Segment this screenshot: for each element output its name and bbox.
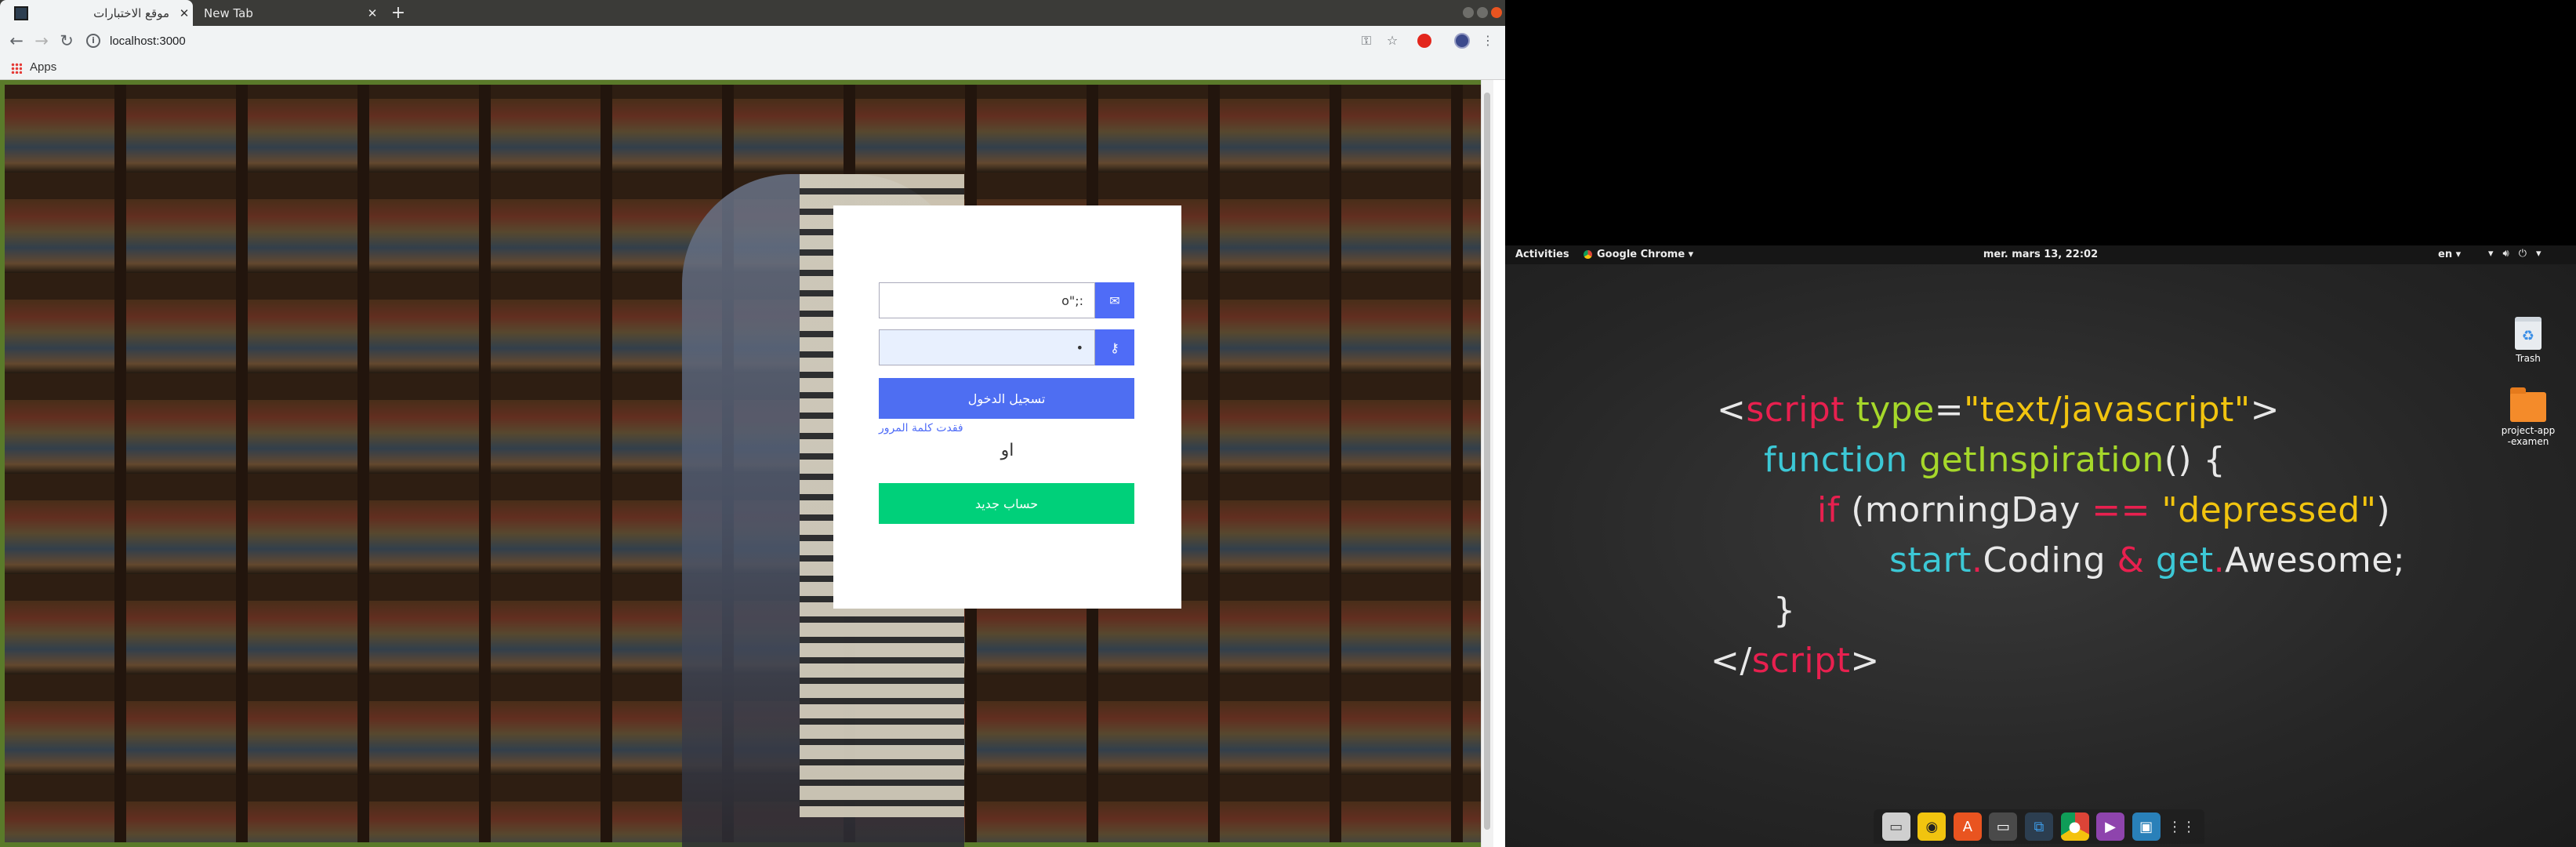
chrome-window: موقع الاختبارات ✕ New Tab ✕ + ← → ↻ i lo…	[0, 0, 1505, 847]
apps-grid-icon[interactable]	[11, 63, 22, 74]
key-icon: ⚷	[1095, 329, 1134, 365]
power-icon: ⏻	[2518, 248, 2527, 260]
minimize-button[interactable]	[1463, 7, 1474, 18]
tab-new-tab[interactable]: New Tab ✕	[194, 0, 381, 26]
trash-icon	[2515, 317, 2542, 350]
scroll-thumb[interactable]	[1484, 93, 1490, 830]
system-tray[interactable]: ▾ 🔊︎ ⏻ ▾	[2488, 248, 2542, 260]
wifi-icon: ▾	[2488, 248, 2494, 260]
code-line-5: }	[1773, 591, 1796, 631]
envelope-icon: ✉	[1095, 282, 1134, 318]
maximize-button[interactable]	[1477, 7, 1488, 18]
web-page: o";: ✉ • ⚷ تسجيل الدخول فقدت كلمة المرور…	[0, 80, 1493, 847]
video-player-icon[interactable]: ▶	[2096, 812, 2125, 841]
code-line-6: </script>	[1711, 641, 1880, 681]
or-separator: او	[1000, 441, 1014, 460]
bookmark-star-icon[interactable]: ☆	[1384, 33, 1400, 49]
browser-toolbar: ← → ↻ i localhost:3000 ⚿ ☆ ⋮	[0, 26, 1505, 56]
password-input[interactable]: •	[879, 329, 1095, 365]
desktop-icon-project-folder[interactable]: project-app-examen	[2501, 387, 2556, 447]
menu-icon[interactable]: ⋮	[1480, 33, 1496, 49]
lang-label: en	[2438, 249, 2453, 260]
close-window-button[interactable]	[1491, 7, 1502, 18]
clock[interactable]: mer. mars 13, 22:02	[1505, 249, 2576, 260]
bookmarks-bar: Apps	[0, 56, 1505, 80]
tab-title: موقع الاختبارات	[93, 5, 169, 20]
back-icon[interactable]: ←	[6, 31, 27, 51]
info-icon[interactable]: i	[86, 34, 100, 48]
apps-bookmark[interactable]: Apps	[30, 60, 56, 74]
code-line-3: if (morningDay == "depressed")	[1817, 490, 2391, 530]
new-tab-button[interactable]: +	[388, 3, 408, 24]
tab-active[interactable]: موقع الاختبارات ✕	[0, 0, 193, 26]
page-scrollbar[interactable]	[1481, 80, 1493, 847]
desktop-icon-label: project-app-examen	[2501, 425, 2556, 447]
site-favicon-icon	[14, 5, 28, 20]
forgot-password-link[interactable]: فقدت كلمة المرور	[879, 422, 963, 434]
key-icon[interactable]: ⚿	[1359, 33, 1374, 49]
login-card: o";: ✉ • ⚷ تسجيل الدخول فقدت كلمة المرور…	[833, 205, 1181, 609]
desktop-icon-trash[interactable]: Trash	[2501, 317, 2556, 364]
chrome-icon[interactable]: ●	[2060, 812, 2089, 841]
show-apps-grid-icon[interactable]: ⋮⋮	[2168, 812, 2196, 841]
rhythmbox-icon[interactable]: ◉	[1917, 812, 1947, 841]
files-icon[interactable]: ▭	[1881, 812, 1910, 841]
tab-title: New Tab	[204, 5, 253, 20]
window-controls	[1463, 7, 1502, 18]
login-button[interactable]: تسجيل الدخول	[879, 378, 1134, 419]
dock: ▭ ◉ A ▭ ⧉ ● ▶ ▣ ⋮⋮	[1874, 809, 2204, 844]
password-field-group: • ⚷	[879, 329, 1134, 365]
gnome-top-bar: Activities Google Chrome ▾ mer. mars 13,…	[1505, 245, 2576, 264]
code-line-2: function getInspiration() {	[1764, 440, 2226, 480]
vscode-icon[interactable]: ⧉	[2024, 812, 2053, 841]
folder-icon	[2510, 387, 2546, 422]
chevron-down-icon: ▾	[2536, 248, 2542, 260]
reload-icon[interactable]: ↻	[56, 31, 77, 51]
forward-icon[interactable]: →	[31, 31, 52, 51]
profile-avatar[interactable]	[1454, 33, 1470, 49]
code-wallpaper: <script type="text/javascript"> function…	[1505, 264, 2576, 847]
desktop-icon-label: Trash	[2516, 353, 2541, 364]
adblock-extension-icon[interactable]	[1417, 34, 1431, 48]
terminal-icon[interactable]: ▭	[1989, 812, 2018, 841]
email-input[interactable]: o";:	[879, 282, 1095, 318]
code-line-4: start.Coding & get.Awesome;	[1889, 540, 2406, 580]
screenshot-icon[interactable]: ▣	[2132, 812, 2161, 841]
url-text[interactable]: localhost:3000	[110, 35, 186, 48]
keyboard-layout-indicator[interactable]: en ▾	[2438, 249, 2461, 260]
software-center-icon[interactable]: A	[1953, 812, 1982, 841]
signup-button[interactable]: حساب جديد	[879, 483, 1134, 524]
close-icon[interactable]: ✕	[176, 6, 193, 20]
volume-icon: 🔊︎	[2502, 248, 2509, 260]
ubuntu-desktop: Activities Google Chrome ▾ mer. mars 13,…	[1505, 0, 2576, 847]
email-field-group: o";: ✉	[879, 282, 1134, 318]
close-icon[interactable]: ✕	[364, 6, 381, 20]
tab-strip: موقع الاختبارات ✕ New Tab ✕ +	[0, 0, 1505, 26]
code-line-1: <script type="text/javascript">	[1717, 390, 2280, 430]
address-bar[interactable]: i localhost:3000	[86, 28, 1341, 53]
